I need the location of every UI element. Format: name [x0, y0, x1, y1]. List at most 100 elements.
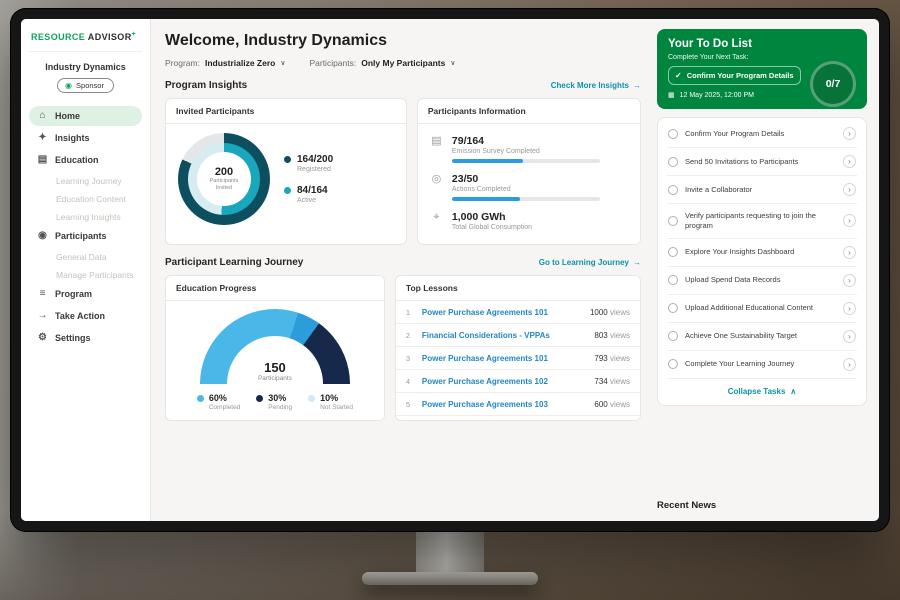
task-row[interactable]: Achieve One Sustainability Target ›	[667, 323, 857, 351]
todo-next-task[interactable]: ✓ Confirm Your Program Details	[668, 66, 801, 85]
sidebar-item-insights[interactable]: ✦ Insights	[29, 128, 142, 148]
participants-information-card: Participants Information ▤ 79/164 Emissi…	[417, 98, 641, 245]
task-row[interactable]: Upload Spend Data Records ›	[667, 267, 857, 295]
lesson-rank: 3	[406, 354, 414, 363]
collapse-label: Collapse Tasks	[728, 387, 786, 396]
sidebar-item-participants[interactable]: ◉ Participants	[29, 226, 142, 246]
lesson-views: 1000 views	[590, 308, 630, 317]
lesson-views: 793 views	[594, 354, 630, 363]
lesson-views-count: 600	[594, 400, 607, 409]
chevron-right-icon[interactable]: ›	[843, 214, 856, 227]
legend-percent: 60%	[209, 393, 240, 403]
participants-info-body: ▤ 79/164 Emission Survey Completed ◎	[418, 124, 640, 244]
sidebar-item-learning-journey[interactable]: Learning Journey	[29, 172, 142, 190]
task-checkbox[interactable]	[668, 185, 678, 195]
progress-bar	[452, 159, 600, 163]
task-list-items: Confirm Your Program Details › Send 50 I…	[667, 120, 857, 379]
invited-card-body: 200 Participants Invited 164/200	[166, 124, 406, 234]
legend-item-active: 84/164 Active	[284, 185, 333, 204]
filter-dropdown[interactable]: Program: Industrialize Zero ∨	[165, 58, 285, 68]
recent-news-header: Recent News	[657, 492, 867, 513]
lesson-link[interactable]: Power Purchase Agreements 101	[422, 308, 582, 317]
task-checkbox[interactable]	[668, 275, 678, 285]
task-label: Complete Your Learning Journey	[685, 359, 836, 369]
chevron-right-icon[interactable]: ›	[843, 183, 856, 196]
stat-value: 1,000 GWh	[452, 211, 532, 223]
legend-percent: 30%	[268, 393, 292, 403]
todo-progress-value: 0/7	[826, 78, 841, 90]
task-row[interactable]: Explore Your Insights Dashboard ›	[667, 239, 857, 267]
task-checkbox[interactable]	[668, 303, 678, 313]
lesson-views-suffix: views	[610, 377, 630, 386]
sidebar-item-settings[interactable]: ⚙ Settings	[29, 328, 142, 348]
insights-cards-row: Invited Participants 200 Participants In…	[165, 98, 641, 245]
lesson-views-suffix: views	[610, 331, 630, 340]
sidebar-item-manage-participants[interactable]: Manage Participants	[29, 266, 142, 284]
legend-value: 164/200	[297, 154, 333, 165]
todo-due-text: 12 May 2025, 12:00 PM	[680, 92, 754, 99]
task-label: Confirm Your Program Details	[685, 129, 836, 139]
task-checkbox[interactable]	[668, 247, 678, 257]
task-checkbox[interactable]	[668, 331, 678, 341]
task-checkbox[interactable]	[668, 216, 678, 226]
lesson-link[interactable]: Power Purchase Agreements 103	[422, 400, 586, 409]
task-row[interactable]: Upload Additional Educational Content ›	[667, 295, 857, 323]
chevron-right-icon[interactable]: ›	[843, 155, 856, 168]
sidebar-item-program[interactable]: ≡ Program	[29, 284, 142, 304]
lesson-rank: 4	[406, 377, 414, 386]
lesson-link[interactable]: Financial Considerations - VPPAs	[422, 331, 586, 340]
invited-donut-chart: 200 Participants Invited	[178, 133, 270, 225]
lesson-views: 803 views	[594, 331, 630, 340]
stat-label: Total Global Consumption	[452, 224, 532, 231]
chevron-right-icon[interactable]: ›	[843, 246, 856, 259]
chevron-right-icon[interactable]: ›	[843, 127, 856, 140]
check-more-insights-link[interactable]: Check More Insights →	[551, 81, 641, 90]
section-title: Program Insights	[165, 80, 247, 91]
app-logo: RESOURCE ADVISOR+	[29, 29, 142, 52]
sidebar-item-general-data[interactable]: General Data	[29, 248, 142, 266]
sponsor-badge[interactable]: ◉ Sponsor	[57, 78, 114, 93]
lesson-link[interactable]: Power Purchase Agreements 102	[422, 377, 586, 386]
check-icon: ✓	[675, 71, 682, 80]
lesson-views: 734 views	[594, 377, 630, 386]
org-name: Industry Dynamics	[29, 62, 142, 72]
chevron-right-icon[interactable]: ›	[843, 358, 856, 371]
sidebar-item-education[interactable]: ▤ Education	[29, 150, 142, 170]
stat-value: 23/50	[452, 173, 600, 185]
task-label: Verify participants requesting to join t…	[685, 211, 836, 231]
page-title: Welcome, Industry Dynamics	[165, 32, 641, 50]
chevron-right-icon[interactable]: ›	[843, 330, 856, 343]
filter-dropdown[interactable]: Participants: Only My Participants ∨	[309, 58, 455, 68]
sidebar-item-take-action[interactable]: → Take Action	[29, 306, 142, 326]
todo-task-list: Confirm Your Program Details › Send 50 I…	[657, 117, 867, 406]
lesson-views-count: 803	[594, 331, 607, 340]
todo-panel: Your To Do List Complete Your Next Task:…	[655, 19, 879, 521]
stat-global-consumption: ⌖ 1,000 GWh Total Global Consumption	[430, 206, 628, 236]
chevron-right-icon[interactable]: ›	[843, 274, 856, 287]
sidebar-item-learning-insights[interactable]: Learning Insights	[29, 208, 142, 226]
task-row[interactable]: Verify participants requesting to join t…	[667, 204, 857, 239]
task-row[interactable]: Invite a Collaborator ›	[667, 176, 857, 204]
lesson-link[interactable]: Power Purchase Agreements 101	[422, 354, 586, 363]
task-checkbox[interactable]	[668, 157, 678, 167]
sidebar-item-label: Insights	[55, 133, 90, 143]
calendar-icon: ▦	[668, 91, 675, 99]
task-row[interactable]: Confirm Your Program Details ›	[667, 120, 857, 148]
gauge-center: 150 Participants	[200, 360, 350, 382]
task-checkbox[interactable]	[668, 359, 678, 369]
chevron-glyph: ›	[848, 185, 851, 194]
sidebar-item-home[interactable]: ⌂ Home	[29, 106, 142, 126]
go-to-learning-journey-link[interactable]: Go to Learning Journey →	[539, 258, 641, 267]
sidebar-item-education-content[interactable]: Education Content	[29, 190, 142, 208]
task-row[interactable]: Send 50 Invitations to Participants ›	[667, 148, 857, 176]
stat-value: 79/164	[452, 135, 600, 147]
task-row[interactable]: Complete Your Learning Journey ›	[667, 351, 857, 379]
stat-label: Actions Completed	[452, 186, 600, 193]
task-checkbox[interactable]	[668, 129, 678, 139]
lesson-views-count: 793	[594, 354, 607, 363]
gauge-center-value: 150	[200, 360, 350, 375]
top-lessons-card: Top Lessons 1 Power Purchase Agreements …	[395, 275, 641, 421]
section-title: Participant Learning Journey	[165, 257, 303, 268]
chevron-right-icon[interactable]: ›	[843, 302, 856, 315]
collapse-tasks-link[interactable]: Collapse Tasks ∧	[667, 379, 857, 402]
